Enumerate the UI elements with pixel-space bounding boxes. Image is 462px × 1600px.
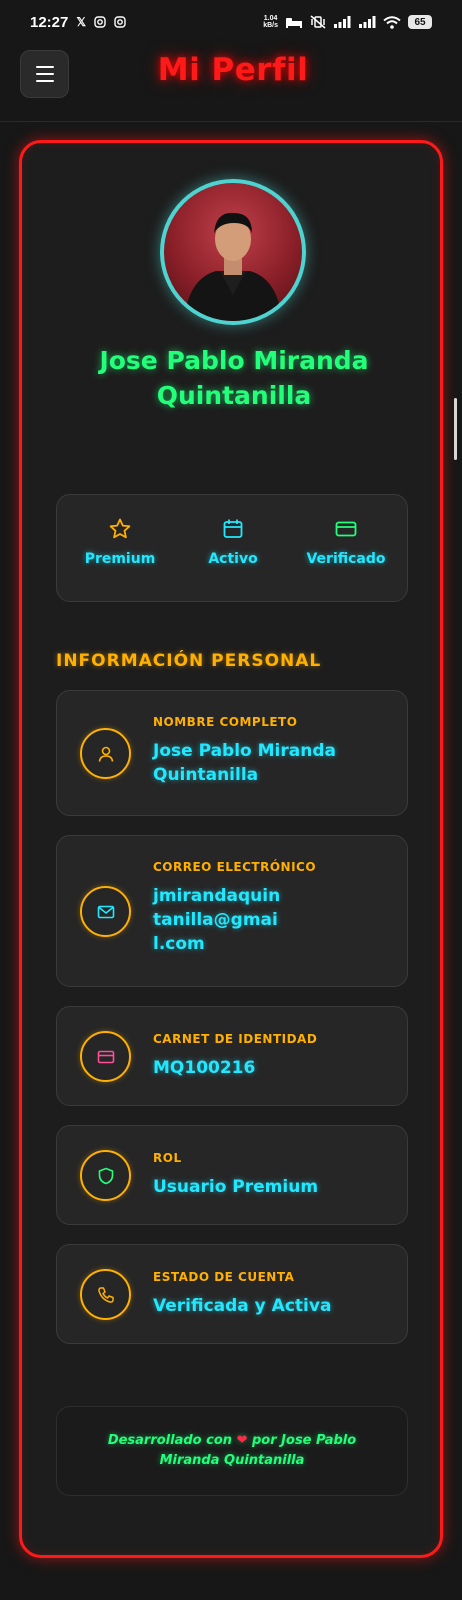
badges-panel: Premium Activo Verificado — [56, 494, 408, 602]
user-name: Jose Pablo Miranda Quintanilla — [99, 346, 369, 410]
battery-indicator: 65 — [408, 15, 432, 29]
bed-icon — [286, 18, 302, 28]
hamburger-icon — [35, 66, 54, 68]
signal-icon — [359, 16, 376, 28]
info-label: ROL — [153, 1151, 182, 1165]
credit-card-icon — [335, 521, 357, 537]
status-bar: 12:27 𝕏 1.04 kB/s 65 — [0, 0, 462, 44]
hamburger-icon — [35, 80, 54, 82]
info-card-rol: ROL Usuario Premium — [56, 1125, 408, 1225]
info-card-nombre: NOMBRE COMPLETO Jose Pablo Miranda Quint… — [56, 690, 408, 816]
info-value: Usuario Premium — [153, 1177, 319, 1197]
scrollbar[interactable] — [454, 398, 457, 460]
wifi-icon — [383, 15, 401, 29]
badge-label: Premium — [84, 551, 156, 567]
vibrate-icon — [310, 15, 326, 29]
avatar-photo — [184, 212, 282, 321]
info-label: NOMBRE COMPLETO — [153, 715, 298, 729]
section-title: INFORMACIÓN PERSONAL — [56, 651, 322, 671]
x-app-icon: 𝕏 — [76, 15, 87, 29]
badge-premium: Premium — [65, 517, 175, 567]
user-icon — [80, 728, 131, 779]
status-left: 12:27 𝕏 — [30, 14, 126, 31]
star-icon — [109, 518, 131, 539]
instagram-icon — [94, 16, 106, 28]
signal-icon — [334, 16, 351, 28]
badge-activo: Activo — [178, 517, 288, 567]
profile-card: Jose Pablo Miranda Quintanilla Premium A… — [19, 140, 443, 1558]
info-value: MQ100216 — [153, 1058, 256, 1078]
footer: Desarrollado con ❤ por Jose Pablo Mirand… — [56, 1406, 408, 1496]
network-speed: 1.04 kB/s — [263, 15, 278, 29]
info-label: ESTADO DE CUENTA — [153, 1270, 295, 1284]
badge-label: Verificado — [306, 551, 386, 567]
info-card-correo: CORREO ELECTRÓNICO jmirandaquintanilla@g… — [56, 835, 408, 987]
info-value: Jose Pablo Miranda Quintanilla — [153, 741, 336, 785]
avatar — [160, 179, 306, 325]
info-value: jmirandaquintanilla@gmail.com — [153, 886, 281, 954]
calendar-icon — [223, 519, 243, 538]
info-label: CORREO ELECTRÓNICO — [153, 860, 317, 874]
phone-icon — [80, 1269, 131, 1320]
info-card-estado: ESTADO DE CUENTA Verificada y Activa — [56, 1244, 408, 1344]
info-value: Verificada y Activa — [153, 1296, 332, 1316]
info-label: CARNET DE IDENTIDAD — [153, 1032, 318, 1046]
footer-text-before: Desarrollado con — [107, 1433, 233, 1448]
network-speed-unit: kB/s — [263, 22, 278, 29]
id-card-icon — [80, 1031, 131, 1082]
info-card-carnet: CARNET DE IDENTIDAD MQ100216 — [56, 1006, 408, 1106]
badge-label: Activo — [208, 551, 258, 567]
badge-verificado: Verificado — [291, 517, 401, 567]
clock: 12:27 — [30, 13, 69, 31]
page-title: Mi Perfil — [157, 52, 309, 88]
instagram-icon — [114, 16, 126, 28]
network-speed-value: 1.04 — [263, 15, 278, 22]
status-right: 1.04 kB/s 65 — [263, 15, 432, 29]
footer-text: Desarrollado con ❤ por Jose Pablo Mirand… — [87, 1431, 377, 1471]
menu-button[interactable] — [20, 50, 69, 98]
mail-icon — [80, 886, 131, 937]
heart-icon: ❤ — [236, 1433, 248, 1448]
hamburger-icon — [35, 73, 54, 75]
shield-icon — [80, 1150, 131, 1201]
app-header: Mi Perfil — [0, 44, 462, 122]
